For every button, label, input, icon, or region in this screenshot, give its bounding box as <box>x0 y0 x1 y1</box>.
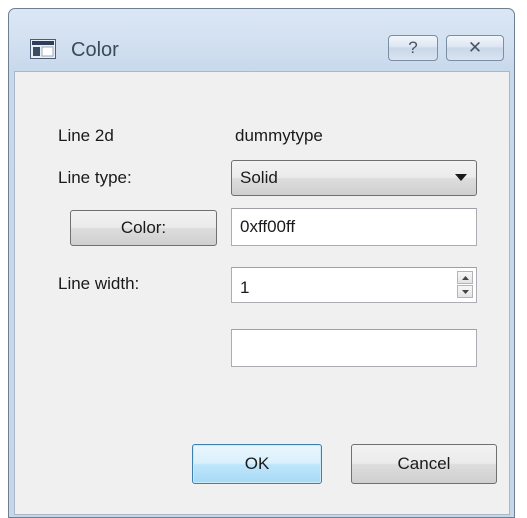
line-width-value: 1 <box>240 278 250 297</box>
line-width-spinbox[interactable]: 1 <box>231 267 477 303</box>
color-dialog-window: Color ? ✕ Line 2d dummytype Line type: S… <box>8 8 515 518</box>
color-button[interactable]: Color: <box>70 210 217 246</box>
cancel-button[interactable]: Cancel <box>351 444 497 484</box>
close-button[interactable]: ✕ <box>446 35 504 61</box>
help-button[interactable]: ? <box>388 35 438 61</box>
spin-up-button[interactable] <box>457 271 473 284</box>
title-bar[interactable]: Color ? ✕ <box>9 9 514 71</box>
color-value-text: 0xff00ff <box>240 217 296 236</box>
dialog-body: Line 2d dummytype Line type: Solid Color… <box>14 71 510 515</box>
line-type-selected: Solid <box>240 168 278 187</box>
color-button-label: Color: <box>120 218 167 237</box>
window-app-icon <box>30 39 56 59</box>
line-type-label: Line type: <box>58 168 132 187</box>
color-value-field[interactable]: 0xff00ff <box>231 208 477 246</box>
line2d-label: Line 2d <box>58 126 114 145</box>
line-width-label: Line width: <box>58 274 140 293</box>
close-icon: ✕ <box>467 38 483 57</box>
spin-down-icon <box>461 289 469 294</box>
spin-buttons <box>457 271 473 299</box>
cancel-button-label: Cancel <box>397 454 451 473</box>
window-title: Color <box>71 39 119 61</box>
line2d-type-value: dummytype <box>235 126 323 145</box>
extra-text-field[interactable] <box>231 329 477 367</box>
line-type-dropdown[interactable]: Solid <box>231 160 477 196</box>
ok-button-label: OK <box>244 454 270 473</box>
spin-down-button[interactable] <box>457 285 473 298</box>
ok-button[interactable]: OK <box>192 444 322 484</box>
spin-up-icon <box>461 275 469 280</box>
chevron-down-icon <box>455 174 467 181</box>
help-icon: ? <box>408 38 418 57</box>
